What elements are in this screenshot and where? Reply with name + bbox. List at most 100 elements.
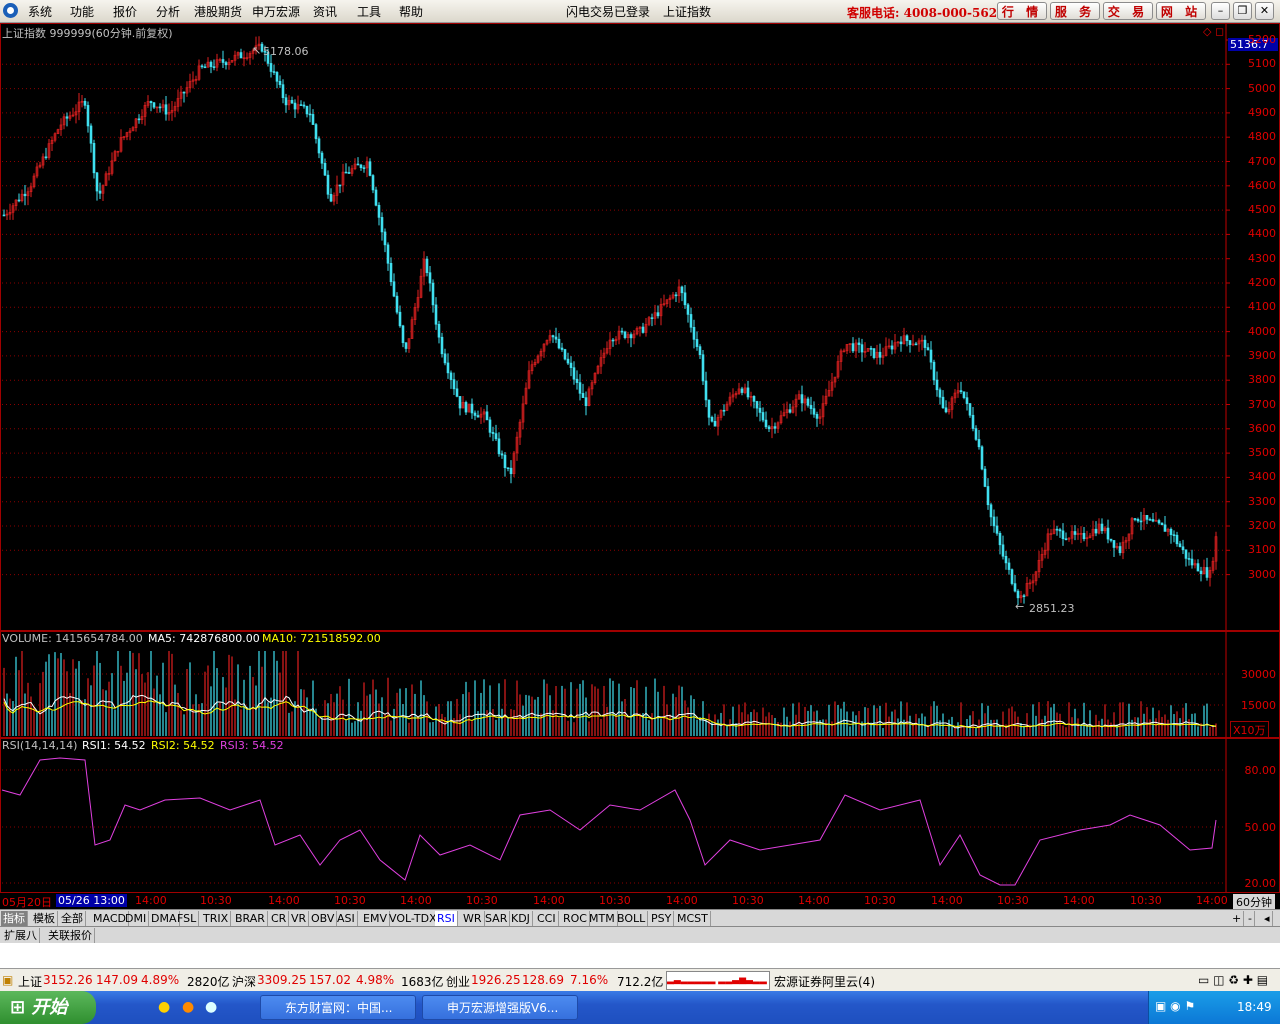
tab-indicator-psy[interactable]: PSY [649, 911, 675, 926]
tray-icons[interactable]: ▭ ◫ ♻ ✚ ▤ [1198, 973, 1268, 987]
candle-body [1190, 558, 1194, 566]
candle-body [1073, 531, 1077, 535]
candle-body [494, 433, 498, 440]
candle-body [158, 106, 162, 109]
tab-indicator-boll[interactable]: BOLL [615, 911, 649, 926]
main-chart-title: 上证指数 999999(60分钟.前复权) [2, 27, 173, 40]
cy-amount: 712.2亿 [617, 975, 664, 989]
tab-indicator-asi[interactable]: ASI [335, 911, 358, 926]
tab-indicator-mtm[interactable]: MTM [587, 911, 618, 926]
taskbar-item-app[interactable]: 申万宏源增强版V6... [422, 995, 578, 1020]
candle-body [1133, 518, 1137, 520]
start-button[interactable]: ⊞ 开始 [0, 991, 96, 1024]
tab-indicator-wr[interactable]: WR [461, 911, 485, 926]
candle-body [980, 446, 984, 470]
tab-indicator-dmi[interactable]: DMI [123, 911, 150, 926]
tab-ext-eight[interactable]: 扩展八 [2, 928, 40, 943]
quicklaunch-icon[interactable]: ● [182, 999, 194, 1015]
candle-body [1151, 519, 1155, 522]
candle-body [455, 388, 459, 397]
windows-flag-icon: ⊞ [10, 997, 26, 1018]
tab-indicator-全部[interactable]: 全部 [59, 911, 86, 926]
tab-indicator-obv[interactable]: OBV [309, 911, 338, 926]
candle-body [926, 347, 930, 351]
market-breadth-widget[interactable]: ▂▃▂▂▂▂▂ ▂▂▃▅▃▂▂ [666, 971, 770, 990]
candle-body [758, 407, 762, 413]
time-axis-label: 10:30 [1130, 894, 1162, 907]
price-axis-label: 4200 [1248, 276, 1276, 289]
tab-indicator-mcst[interactable]: MCST [675, 911, 711, 926]
tab-indicator-vr[interactable]: VR [289, 911, 310, 926]
tab-indicator-指标[interactable]: 指标 [1, 911, 28, 926]
candle-body [1157, 520, 1161, 524]
candle-body [1139, 520, 1143, 523]
tab-indicator-emv[interactable]: EMV [361, 911, 390, 926]
tab-indicator-rsi[interactable]: RSI [435, 911, 458, 926]
status-icon[interactable]: ▣ [2, 973, 13, 987]
tab-indicator-cr[interactable]: CR [269, 911, 290, 926]
candle-body [560, 347, 564, 350]
cy-pct: 7.16% [570, 973, 609, 987]
candle-body [707, 399, 711, 418]
tab-indicator-vol-tdx[interactable]: VOL-TDX [387, 911, 440, 926]
candle-body [575, 378, 579, 383]
volume-ma10-label: MA10: 721518592.00 [262, 632, 381, 645]
scroll-left-icon[interactable]: ◂ [1262, 911, 1273, 926]
candle-body [701, 354, 705, 382]
tab-indicator-roc[interactable]: ROC [561, 911, 590, 926]
indicator-tab-bar: 指标 模板 全部 MACD DMI DMA FSL TRIX BRAR CR VR OBV ASI EMV… [0, 909, 1280, 927]
zoom-in-icon[interactable]: + [1230, 911, 1245, 926]
candle-body [329, 194, 333, 202]
cy-name[interactable]: 创业 [446, 973, 470, 990]
tab-indicator-kdj[interactable]: KDJ [509, 911, 533, 926]
candle-body [1184, 549, 1188, 559]
candle-body [935, 379, 939, 391]
price-axis-label: 4300 [1248, 251, 1276, 265]
candle-body [149, 101, 153, 104]
tab-indicator-sar[interactable]: SAR [483, 911, 511, 926]
tab-indicator-trix[interactable]: TRIX [201, 911, 232, 926]
price-axis-label: 3800 [1248, 373, 1276, 387]
time-axis-label: 14:00 [931, 894, 963, 907]
candle-body [371, 175, 375, 191]
candle-body [440, 336, 444, 355]
price-axis-label: 4100 [1248, 300, 1276, 314]
time-axis-label: 10:30 [599, 894, 631, 907]
sh-price: 3152.26 [43, 973, 93, 987]
tab-related-quote[interactable]: 关联报价 [46, 928, 95, 943]
candle-body [746, 387, 750, 398]
candle-body [1058, 529, 1062, 532]
candle-body [1004, 555, 1008, 564]
chart-canvas[interactable] [0, 0, 1280, 893]
candle-body [392, 281, 396, 297]
hs-name[interactable]: 沪深 [232, 973, 256, 990]
candle-body [293, 102, 297, 110]
candle-body [806, 398, 810, 406]
candle-body [1055, 528, 1059, 531]
tab-indicator-fsl[interactable]: FSL [175, 911, 200, 926]
candle-body [683, 292, 687, 306]
tab-indicator-brar[interactable]: BRAR [233, 911, 268, 926]
candle-body [713, 420, 717, 427]
quicklaunch-icon[interactable]: ● [205, 999, 217, 1015]
taskbar-item-browser[interactable]: 东方财富网：中国... [260, 995, 416, 1020]
tab-indicator-模板[interactable]: 模板 [31, 911, 58, 926]
price-axis-label: 3700 [1248, 397, 1276, 411]
tray-icon[interactable]: ▣ ◉ ⚑ [1155, 999, 1195, 1013]
rsi3-label: RSI3: 54.52 [220, 739, 284, 752]
chart-ctrl-icons[interactable]: ◇ ◻ [1203, 25, 1224, 38]
quicklaunch-icon[interactable]: ● [158, 999, 170, 1015]
candle-body [98, 190, 102, 194]
volume-label: VOLUME: 1415654784.00 [2, 632, 143, 645]
candle-body [485, 411, 489, 421]
candle-body [503, 454, 507, 468]
candle-body [389, 262, 393, 283]
tab-indicator-cci[interactable]: CCI [535, 911, 559, 926]
zoom-out-icon[interactable]: - [1246, 911, 1255, 926]
candle-body [1148, 519, 1152, 521]
candle-body [938, 389, 942, 398]
sh-name[interactable]: 上证 [18, 973, 42, 990]
period-selector[interactable]: 60分钟 [1233, 894, 1275, 910]
candle-body [905, 335, 909, 341]
candle-body [23, 193, 27, 197]
